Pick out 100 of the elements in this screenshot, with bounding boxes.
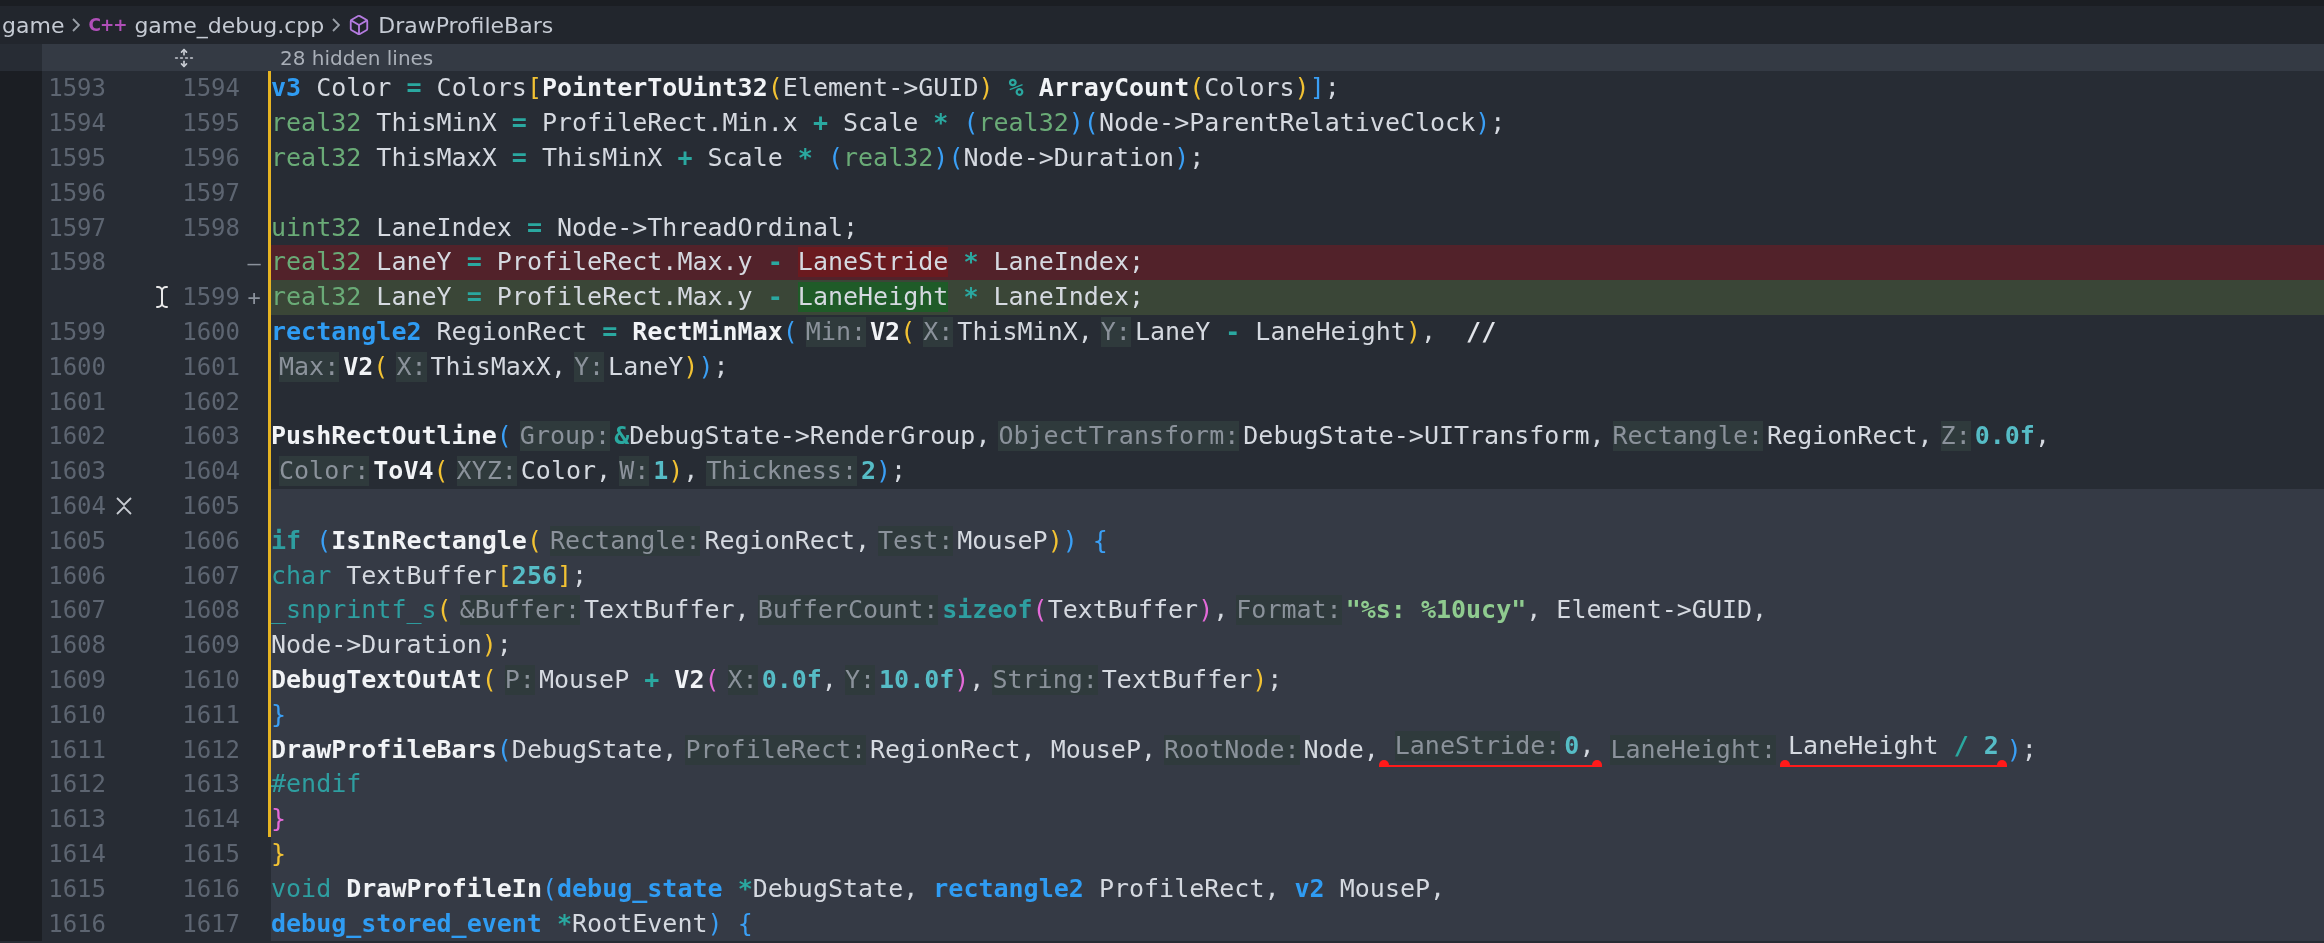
parameter-hint: W:: [619, 456, 650, 487]
code-text: [: [526, 73, 542, 104]
line-number: 1600: [48, 352, 106, 381]
code-text: =: [511, 108, 527, 139]
code-text: ThisMaxX: [375, 143, 498, 173]
line-number: 1609: [182, 631, 240, 660]
code-text: ;: [1267, 664, 1283, 695]
parameter-hint: P:: [504, 664, 535, 695]
code-text: ThisMinX: [540, 143, 664, 173]
code-text: =: [526, 212, 542, 243]
code-text: debug_state: [557, 873, 723, 904]
line-number: 1598: [182, 213, 240, 242]
code-text: ,: [683, 456, 699, 487]
line-number: 1616: [182, 874, 240, 903]
line-number: 1609: [48, 665, 106, 694]
code-text: LaneHeight: [1788, 731, 1940, 762]
parameter-hint: &Buffer:: [459, 595, 581, 626]
code-text: LaneHeight: [1254, 316, 1406, 347]
code-text: sizeof: [942, 595, 1033, 626]
code-text: ): [1174, 143, 1190, 173]
parameter-hint: Thickness:: [706, 456, 857, 487]
code-text: +: [812, 108, 828, 139]
line-number: 1607: [182, 561, 240, 590]
collapse-icon[interactable]: [114, 494, 134, 517]
parameter-hint: LaneHeight:: [1610, 734, 1777, 765]
code-text: ): [1294, 73, 1310, 104]
code-text: ,: [1420, 316, 1436, 347]
code-text: MouseP,: [1338, 873, 1446, 904]
code-text: ThisMaxX,: [430, 351, 566, 382]
code-text: ): [668, 456, 684, 487]
line-number: 1608: [182, 596, 240, 625]
code-text: (: [481, 664, 497, 695]
code-text: {: [1091, 525, 1108, 556]
code-text: /: [1953, 731, 1969, 762]
line-number: 1600: [182, 317, 240, 346]
code-text: (: [496, 421, 512, 452]
code-text: Colors: [1204, 73, 1295, 104]
code-text: ;: [1490, 108, 1506, 139]
code-text: =: [406, 73, 422, 104]
code-text: &: [614, 421, 630, 452]
code-text: RegionRect, MouseP,: [870, 734, 1157, 765]
expand-icon[interactable]: [174, 47, 194, 68]
code-text: void: [271, 873, 332, 904]
code-text: }: [271, 699, 287, 730]
code-text: ): [933, 143, 949, 173]
line-number: 1605: [48, 526, 106, 555]
hidden-lines-bar[interactable]: 28 hidden lines: [42, 44, 2324, 71]
code-text: (: [782, 316, 798, 347]
code-text: ]: [1309, 73, 1325, 104]
code-text: if: [271, 525, 302, 556]
breadcrumb-item[interactable]: DrawProfileBars: [378, 12, 554, 38]
code-text: (: [496, 734, 512, 765]
code-text: //: [1465, 316, 1497, 347]
line-number: 1597: [48, 213, 106, 242]
code-text: ,: [1579, 731, 1595, 762]
code-text: rectangle2: [271, 316, 422, 347]
code-text: LaneIndex;: [992, 247, 1145, 278]
code-text: Node,: [1303, 734, 1379, 765]
line-number: 1593: [48, 74, 106, 103]
code-text: real32: [843, 143, 934, 173]
breadcrumb-item[interactable]: game: [2, 12, 65, 38]
parameter-hint: Y:: [844, 664, 876, 695]
code-text: V2: [673, 664, 705, 695]
code-text: Color: [315, 73, 393, 104]
code-text: ): [1068, 108, 1084, 139]
code-text: }: [271, 804, 287, 835]
cube-icon: [348, 14, 371, 36]
parameter-hint: Y:: [1100, 316, 1131, 347]
code-text: +: [677, 143, 693, 173]
code-text: ProfileRect,: [1097, 873, 1280, 904]
parameter-hint: String:: [992, 664, 1098, 695]
code-text: ,: [1213, 595, 1229, 626]
line-number: 1607: [48, 596, 106, 625]
code-text: *: [736, 873, 753, 904]
code-text: =: [511, 143, 527, 173]
code-text: ;: [1189, 143, 1205, 173]
code-text: -: [767, 247, 784, 278]
code-text: TextBuffer: [1101, 664, 1253, 695]
line-number: 1598: [48, 248, 106, 277]
code-text: [: [496, 560, 512, 591]
parameter-hint: Color:: [279, 456, 370, 487]
code-text: (: [373, 351, 389, 382]
code-text: (: [433, 456, 449, 487]
line-number: 1595: [48, 144, 106, 172]
chevron-icon: [332, 18, 341, 32]
code-text: {: [736, 908, 753, 939]
code-text: Element->GUID: [782, 73, 979, 104]
code-text: ): [1047, 525, 1063, 556]
code-text: ): [1475, 108, 1491, 139]
diff-sign: +: [247, 284, 261, 310]
line-number: 1597: [182, 178, 240, 207]
breadcrumb-item[interactable]: game_debug.cpp: [134, 12, 325, 38]
code-text: uint32: [271, 212, 362, 243]
code-text: 0: [1564, 731, 1580, 762]
code-text: *: [962, 247, 979, 278]
code-text: debug_stored_event: [271, 908, 542, 939]
code-text: PointerToUint32: [541, 73, 768, 104]
code-text: "%s: %10ucy": [1345, 595, 1527, 626]
code-text: ProfileRect.Max.y: [495, 247, 754, 278]
code-text: =: [466, 247, 482, 278]
